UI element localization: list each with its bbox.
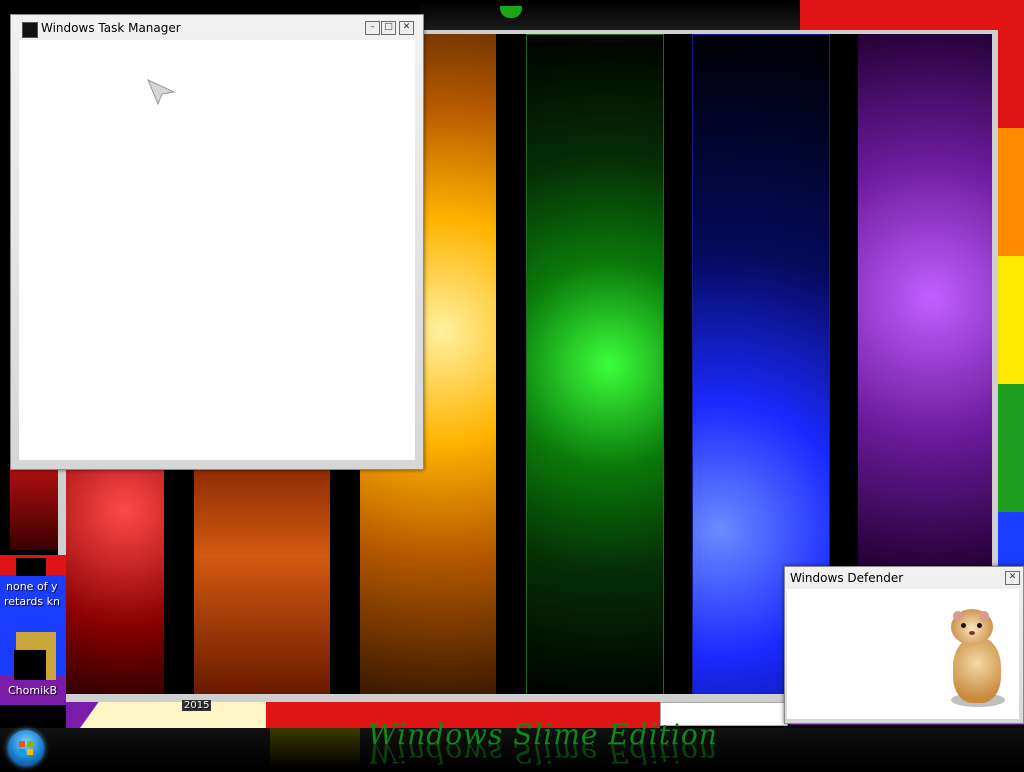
- windows-logo-icon: [19, 741, 33, 755]
- mouse-cursor-icon: [147, 79, 176, 106]
- desktop-icon-2[interactable]: ChomikB: [0, 630, 62, 700]
- maximize-button[interactable]: □: [381, 21, 396, 35]
- defender-window: Windows Defender ✕: [784, 566, 1024, 724]
- green-panel: [526, 34, 664, 694]
- edition-title-reflection: Windows Slime Edition: [368, 736, 718, 769]
- task-manager-window: Windows Task Manager – □ ✕: [10, 14, 424, 470]
- orange-panel: [194, 464, 330, 694]
- defender-titlebar[interactable]: Windows Defender ✕: [785, 567, 1023, 589]
- task-manager-titlebar[interactable]: Windows Task Manager – □ ✕: [11, 17, 423, 39]
- file-icon: [16, 558, 46, 576]
- defender-close-button[interactable]: ✕: [1005, 571, 1020, 585]
- minimize-button[interactable]: –: [365, 21, 380, 35]
- desktop-icon-1[interactable]: none of y retards kn: [0, 558, 62, 608]
- close-button[interactable]: ✕: [399, 21, 414, 35]
- task-manager-content: [19, 40, 415, 460]
- left-red-strip: [10, 468, 58, 550]
- task-manager-icon: [22, 22, 38, 38]
- task-manager-title: Windows Task Manager: [41, 21, 181, 35]
- defender-title: Windows Defender: [790, 571, 904, 585]
- desktop-icon-2-label: ChomikB: [8, 684, 58, 697]
- desktop-icon-1-label-line2: retards kn: [4, 595, 60, 608]
- top-bar: [420, 0, 800, 30]
- desktop-icon-1-label-line1: none of y: [6, 580, 58, 593]
- defender-content: [787, 589, 1019, 719]
- red-panel: [66, 464, 164, 694]
- shortcut-overlay-icon: [14, 650, 46, 680]
- start-button[interactable]: [8, 730, 44, 766]
- taskbar-wallpaper-sliver: [270, 728, 360, 768]
- year-label: 2015: [182, 700, 212, 711]
- hamster-image: [947, 609, 1011, 709]
